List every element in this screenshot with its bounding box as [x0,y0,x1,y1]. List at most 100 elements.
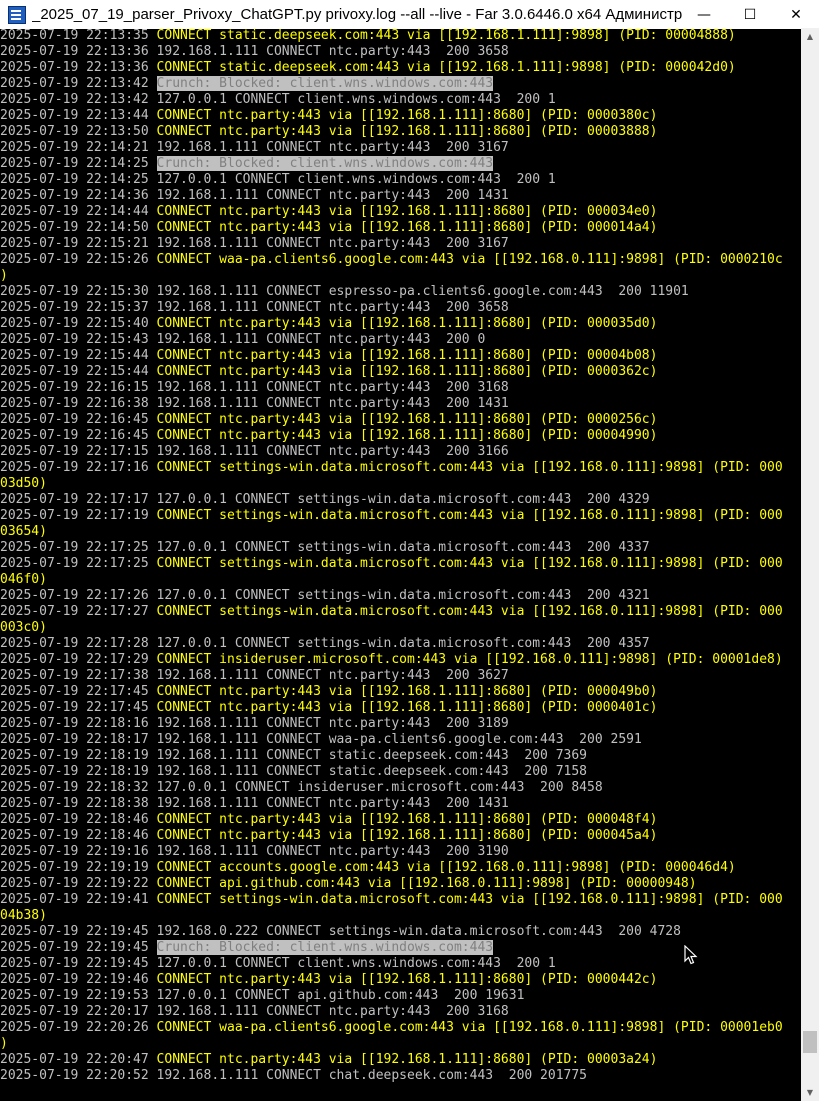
log-line: 2025-07-19 22:14:21 192.168.1.111 CONNEC… [0,140,801,156]
scroll-up-icon[interactable]: ▲ [801,28,819,45]
log-message: 127.0.0.1 CONNECT client.wns.windows.com… [156,92,556,107]
log-timestamp: 2025-07-19 22:16:38 [0,396,149,411]
log-line: 2025-07-19 22:15:37 192.168.1.111 CONNEC… [0,300,801,316]
log-line: 2025-07-19 22:19:19 CONNECT accounts.goo… [0,860,801,876]
console-output[interactable]: 2025-07-19 22:13:35 CONNECT static.deeps… [0,28,801,1101]
log-line: 2025-07-19 22:13:36 192.168.1.111 CONNEC… [0,44,801,60]
log-line-continuation: 03654) [0,524,801,540]
log-message: 127.0.0.1 CONNECT settings-win.data.micr… [156,492,650,507]
log-line: 2025-07-19 22:17:38 192.168.1.111 CONNEC… [0,668,801,684]
log-timestamp: 2025-07-19 22:14:44 [0,204,149,219]
log-line: 2025-07-19 22:20:47 CONNECT ntc.party:44… [0,1052,801,1068]
log-message: CONNECT ntc.party:443 via [[192.168.1.11… [156,316,658,331]
log-timestamp: 2025-07-19 22:15:37 [0,300,149,315]
log-message: CONNECT settings-win.data.microsoft.com:… [156,508,783,523]
log-line: 2025-07-19 22:17:28 127.0.0.1 CONNECT se… [0,636,801,652]
log-message: CONNECT ntc.party:443 via [[192.168.1.11… [156,700,658,715]
log-line: 2025-07-19 22:19:41 CONNECT settings-win… [0,892,801,908]
log-message: 003c0) [0,620,47,635]
log-line-continuation: ) [0,1036,801,1052]
maximize-button[interactable]: ☐ [727,0,773,29]
log-message: CONNECT settings-win.data.microsoft.com:… [156,556,783,571]
log-line: 2025-07-19 22:13:42 Crunch: Blocked: cli… [0,76,801,92]
log-line: 2025-07-19 22:15:30 192.168.1.111 CONNEC… [0,284,801,300]
log-timestamp: 2025-07-19 22:13:36 [0,60,149,75]
log-timestamp: 2025-07-19 22:18:19 [0,748,149,763]
log-line: 2025-07-19 22:17:17 127.0.0.1 CONNECT se… [0,492,801,508]
log-line: 2025-07-19 22:13:42 127.0.0.1 CONNECT cl… [0,92,801,108]
log-timestamp: 2025-07-19 22:13:42 [0,92,149,107]
log-timestamp: 2025-07-19 22:18:16 [0,716,149,731]
log-timestamp: 2025-07-19 22:15:26 [0,252,149,267]
log-timestamp: 2025-07-19 22:16:45 [0,412,149,427]
log-message: CONNECT ntc.party:443 via [[192.168.1.11… [156,812,658,827]
log-message: 127.0.0.1 CONNECT settings-win.data.micr… [156,588,650,603]
log-timestamp: 2025-07-19 22:20:52 [0,1068,149,1083]
log-timestamp: 2025-07-19 22:17:16 [0,460,149,475]
vertical-scrollbar[interactable]: ▲ ▼ [801,28,819,1101]
log-message: CONNECT ntc.party:443 via [[192.168.1.11… [156,364,658,379]
log-message: CONNECT ntc.party:443 via [[192.168.1.11… [156,204,658,219]
log-message: CONNECT static.deepseek.com:443 via [[19… [156,28,736,43]
log-timestamp: 2025-07-19 22:15:21 [0,236,149,251]
log-message: 192.168.1.111 CONNECT espresso-pa.client… [156,284,689,299]
close-button[interactable]: ✕ [773,0,819,29]
log-message: CONNECT ntc.party:443 via [[192.168.1.11… [156,1052,658,1067]
log-timestamp: 2025-07-19 22:14:25 [0,172,149,187]
log-message: CONNECT insideruser.microsoft.com:443 vi… [156,652,783,667]
log-timestamp: 2025-07-19 22:19:46 [0,972,149,987]
log-timestamp: 2025-07-19 22:17:17 [0,492,149,507]
log-message: 192.168.1.111 CONNECT static.deepseek.co… [156,764,588,779]
mouse-pointer-icon [684,945,698,965]
log-line: 2025-07-19 22:19:45 127.0.0.1 CONNECT cl… [0,956,801,972]
log-timestamp: 2025-07-19 22:18:32 [0,780,149,795]
log-message: CONNECT ntc.party:443 via [[192.168.1.11… [156,972,658,987]
log-line-continuation: ) [0,268,801,284]
log-message: 192.168.1.111 CONNECT ntc.party:443 200 … [156,844,509,859]
log-line: 2025-07-19 22:17:45 CONNECT ntc.party:44… [0,700,801,716]
log-message: CONNECT settings-win.data.microsoft.com:… [156,892,783,907]
scroll-down-icon[interactable]: ▼ [801,1084,819,1101]
log-line-continuation: 046f0) [0,572,801,588]
log-message: CONNECT ntc.party:443 via [[192.168.1.11… [156,108,658,123]
log-message: 192.168.0.222 CONNECT settings-win.data.… [156,924,681,939]
log-timestamp: 2025-07-19 22:17:45 [0,700,149,715]
log-message: 192.168.1.111 CONNECT static.deepseek.co… [156,748,588,763]
log-message: 127.0.0.1 CONNECT api.github.com:443 200… [156,988,525,1003]
log-timestamp: 2025-07-19 22:13:35 [0,28,149,43]
log-message: CONNECT ntc.party:443 via [[192.168.1.11… [156,220,658,235]
log-message: 127.0.0.1 CONNECT insideruser.microsoft.… [156,780,603,795]
log-timestamp: 2025-07-19 22:19:19 [0,860,149,875]
log-message: CONNECT api.github.com:443 via [[192.168… [156,876,697,891]
log-line: 2025-07-19 22:14:36 192.168.1.111 CONNEC… [0,188,801,204]
log-message: 192.168.1.111 CONNECT ntc.party:443 200 … [156,796,509,811]
scrollbar-thumb[interactable] [803,1031,817,1053]
log-timestamp: 2025-07-19 22:17:25 [0,556,149,571]
log-timestamp: 2025-07-19 22:13:36 [0,44,149,59]
log-message: 192.168.1.111 CONNECT ntc.party:443 200 … [156,188,509,203]
log-line: 2025-07-19 22:19:45 192.168.0.222 CONNEC… [0,924,801,940]
log-message: CONNECT ntc.party:443 via [[192.168.1.11… [156,348,658,363]
log-message: CONNECT ntc.party:443 via [[192.168.1.11… [156,428,658,443]
log-line: 2025-07-19 22:17:19 CONNECT settings-win… [0,508,801,524]
log-message: 192.168.1.111 CONNECT ntc.party:443 200 … [156,444,509,459]
log-timestamp: 2025-07-19 22:14:25 [0,156,149,171]
log-message: 03d50) [0,476,47,491]
log-timestamp: 2025-07-19 22:16:45 [0,428,149,443]
log-line: 2025-07-19 22:13:50 CONNECT ntc.party:44… [0,124,801,140]
log-message: 127.0.0.1 CONNECT client.wns.windows.com… [156,172,556,187]
log-line: 2025-07-19 22:19:16 192.168.1.111 CONNEC… [0,844,801,860]
log-message: CONNECT settings-win.data.microsoft.com:… [156,460,783,475]
blocked-message: Crunch: Blocked: client.wns.windows.com:… [156,940,494,955]
log-timestamp: 2025-07-19 22:15:30 [0,284,149,299]
log-timestamp: 2025-07-19 22:17:19 [0,508,149,523]
log-timestamp: 2025-07-19 22:16:15 [0,380,149,395]
log-message: CONNECT static.deepseek.com:443 via [[19… [156,60,736,75]
log-message: CONNECT ntc.party:443 via [[192.168.1.11… [156,124,658,139]
log-line: 2025-07-19 22:18:38 192.168.1.111 CONNEC… [0,796,801,812]
log-message: 192.168.1.111 CONNECT ntc.party:443 200 … [156,332,486,347]
log-line: 2025-07-19 22:17:25 127.0.0.1 CONNECT se… [0,540,801,556]
log-timestamp: 2025-07-19 22:17:27 [0,604,149,619]
log-message: CONNECT settings-win.data.microsoft.com:… [156,604,783,619]
minimize-button[interactable]: — [681,0,727,29]
